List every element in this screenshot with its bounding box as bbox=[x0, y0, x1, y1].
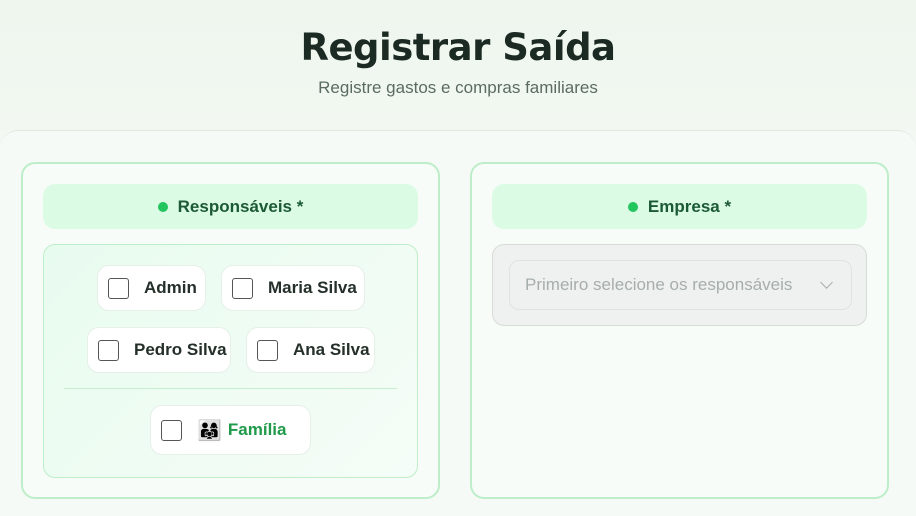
options-divider bbox=[64, 388, 397, 389]
person-name: Pedro Silva bbox=[134, 340, 227, 359]
family-icon: 👨‍👩‍👧 bbox=[197, 418, 222, 442]
family-label: Família bbox=[227, 420, 287, 439]
status-dot-icon bbox=[627, 201, 638, 212]
page-subtitle: Registre gastos e compras familiares bbox=[318, 78, 598, 97]
checkbox[interactable] bbox=[232, 277, 253, 299]
person-option-maria-silva[interactable]: Maria Silva bbox=[221, 265, 365, 311]
checkbox[interactable] bbox=[161, 419, 182, 441]
person-option-ana-silva[interactable]: Ana Silva bbox=[246, 327, 375, 373]
family-option[interactable]: 👨‍👩‍👧 Família bbox=[150, 405, 311, 455]
person-name: Admin bbox=[144, 278, 197, 297]
responsaveis-label: Responsáveis * bbox=[177, 196, 304, 216]
responsaveis-options: Admin Maria Silva Pedro Silva Ana Silva … bbox=[43, 244, 418, 478]
empresa-label: Empresa * bbox=[647, 196, 732, 216]
form-area: Responsáveis * Admin Maria Silva Pedro S… bbox=[0, 130, 916, 516]
checkbox[interactable] bbox=[108, 277, 129, 299]
checkbox[interactable] bbox=[98, 339, 119, 361]
responsaveis-header: Responsáveis * bbox=[43, 184, 418, 229]
empresa-card: Empresa * Primeiro selecione os responsá… bbox=[470, 162, 889, 499]
empresa-select-container: Primeiro selecione os responsáveis bbox=[492, 244, 867, 326]
empresa-header: Empresa * bbox=[492, 184, 867, 229]
page-title: Registrar Saída bbox=[300, 26, 616, 69]
person-option-pedro-silva[interactable]: Pedro Silva bbox=[87, 327, 231, 373]
checkbox[interactable] bbox=[257, 339, 278, 361]
person-name: Ana Silva bbox=[293, 340, 370, 359]
responsaveis-card: Responsáveis * Admin Maria Silva Pedro S… bbox=[21, 162, 440, 499]
empresa-select-placeholder: Primeiro selecione os responsáveis bbox=[525, 275, 793, 294]
person-name: Maria Silva bbox=[268, 278, 357, 297]
person-option-admin[interactable]: Admin bbox=[97, 265, 206, 311]
page-header: Registrar Saída Registre gastos e compra… bbox=[0, 0, 916, 131]
status-dot-icon bbox=[157, 201, 168, 212]
chevron-down-icon bbox=[820, 276, 833, 289]
empresa-select[interactable]: Primeiro selecione os responsáveis bbox=[509, 260, 852, 310]
